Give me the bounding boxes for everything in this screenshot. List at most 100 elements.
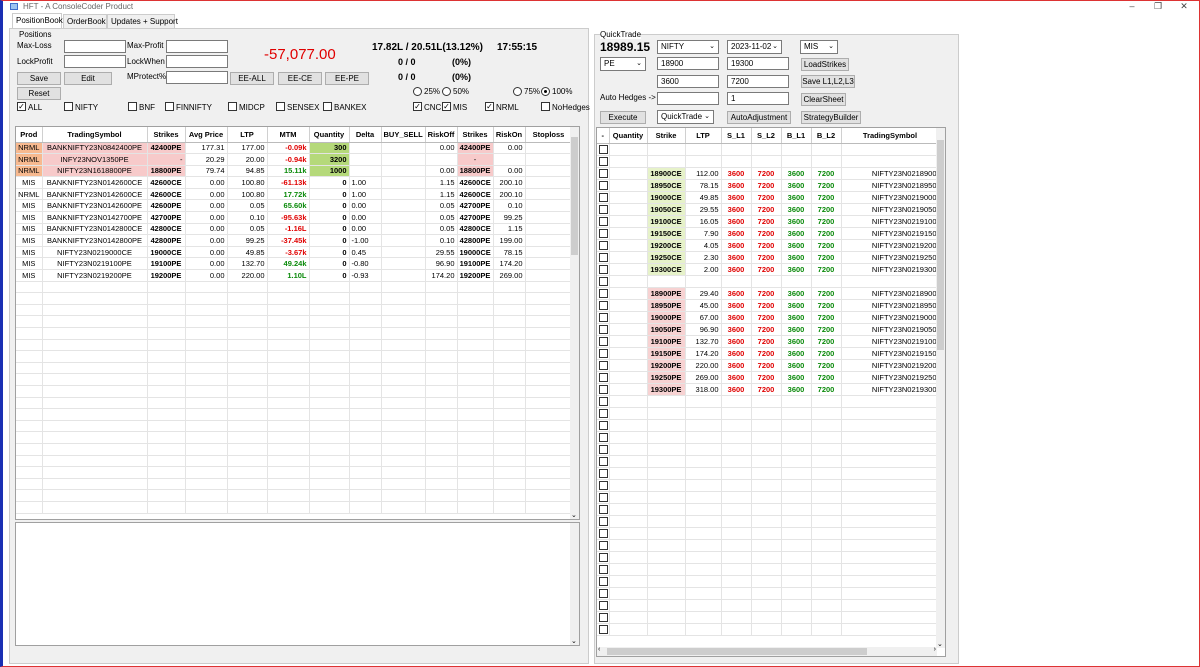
execute-button[interactable]: Execute — [600, 111, 646, 124]
column-header[interactable]: Stoploss — [525, 127, 573, 143]
qty-cell[interactable] — [609, 359, 648, 372]
minimize-icon[interactable]: – — [1121, 0, 1143, 13]
filter-mis-checkbox[interactable]: ✓ — [442, 102, 451, 111]
filter-finnifty-checkbox[interactable] — [165, 102, 174, 111]
qt-row[interactable]: 19050PE 96.90 3600 7200 3600 7200 NIFTY23N0219… — [597, 323, 940, 336]
tab-updates-support[interactable]: Updates + Support — [107, 14, 178, 28]
b-l1-cell[interactable]: 3600 — [781, 347, 812, 360]
b-l1-cell[interactable]: 3600 — [781, 167, 812, 180]
qt-column-header[interactable]: Strike — [647, 128, 686, 144]
s-l1-cell[interactable]: 3600 — [721, 191, 752, 204]
qty-cell[interactable] — [609, 299, 648, 312]
row-checkbox[interactable] — [599, 360, 608, 370]
s-l2-cell[interactable]: 7200 — [751, 311, 782, 324]
row-checkbox[interactable] — [599, 252, 608, 262]
column-header[interactable]: Delta — [349, 127, 382, 143]
s-l1-cell[interactable]: 3600 — [721, 203, 752, 216]
b-l1-cell[interactable]: 3600 — [781, 227, 812, 240]
b-l2-cell[interactable]: 7200 — [811, 203, 842, 216]
s-l2-cell[interactable]: 7200 — [751, 347, 782, 360]
table-row[interactable]: NRML NIFTY23N1618800PE 18800PE 79.74 94.85 15… — [16, 165, 573, 178]
b-l1-cell[interactable]: 3600 — [781, 335, 812, 348]
column-header[interactable]: Quantity — [309, 127, 350, 143]
row-checkbox[interactable] — [599, 564, 608, 574]
row-checkbox[interactable] — [599, 156, 608, 166]
b-l2-cell[interactable]: 7200 — [811, 359, 842, 372]
column-header[interactable]: Strikes — [457, 127, 494, 143]
s-l2-cell[interactable]: 7200 — [751, 191, 782, 204]
b-l2-cell[interactable]: 7200 — [811, 239, 842, 252]
column-header[interactable]: Prod — [16, 127, 43, 143]
qt-row[interactable]: 19150PE 174.20 3600 7200 3600 7200 NIFTY23N021… — [597, 347, 940, 360]
qty-cell[interactable] — [609, 203, 648, 216]
qty-cell[interactable] — [609, 191, 648, 204]
b-l2-cell[interactable]: 7200 — [811, 287, 842, 300]
scroll-down-icon[interactable]: ⌄ — [571, 511, 577, 519]
hedge-qty-input[interactable]: 1 — [727, 92, 789, 105]
table-row[interactable]: MIS NIFTY23N0219200PE 19200PE 0.00 220.00 1.1… — [16, 269, 573, 282]
row-checkbox[interactable] — [599, 396, 608, 406]
s-l1-cell[interactable]: 3600 — [721, 239, 752, 252]
b-l1-cell[interactable]: 3600 — [781, 371, 812, 384]
column-header[interactable]: LTP — [227, 127, 268, 143]
row-checkbox[interactable] — [599, 180, 608, 190]
b-l1-cell[interactable]: 3600 — [781, 215, 812, 228]
s-l1-cell[interactable]: 3600 — [721, 215, 752, 228]
b-l1-cell[interactable]: 3600 — [781, 323, 812, 336]
lock-profit-input[interactable] — [64, 55, 126, 68]
qty-cell[interactable] — [609, 167, 648, 180]
scroll-left-icon[interactable]: ‹ — [598, 646, 600, 653]
qty-cell[interactable] — [609, 239, 648, 252]
row-checkbox[interactable] — [599, 432, 608, 442]
row-checkbox[interactable] — [599, 600, 608, 610]
row-checkbox[interactable] — [599, 384, 608, 394]
s-l2-cell[interactable]: 7200 — [751, 335, 782, 348]
log-scrollbar[interactable]: ⌄ — [570, 523, 579, 645]
column-header[interactable]: RiskOff — [425, 127, 458, 143]
s-l1-cell[interactable]: 3600 — [721, 371, 752, 384]
qt-row[interactable]: 19150CE 7.90 3600 7200 3600 7200 NIFTY23N02191… — [597, 227, 940, 240]
b-l2-cell[interactable]: 7200 — [811, 251, 842, 264]
s-l2-cell[interactable]: 7200 — [751, 323, 782, 336]
qt-column-header[interactable]: S_L1 — [721, 128, 752, 144]
s-l2-cell[interactable]: 7200 — [751, 239, 782, 252]
qt-row[interactable]: 19100PE 132.70 3600 7200 3600 7200 NIFTY23N021… — [597, 335, 940, 348]
b-l2-cell[interactable]: 7200 — [811, 191, 842, 204]
qt-row[interactable]: 18900CE 112.00 3600 7200 3600 7200 NIFTY23N021… — [597, 167, 940, 180]
row-checkbox[interactable] — [599, 264, 608, 274]
strike-from-input[interactable]: 18900 — [657, 57, 719, 70]
row-checkbox[interactable] — [599, 456, 608, 466]
strategy-builder-button[interactable]: StrategyBuilder — [801, 111, 861, 124]
filter-nifty-checkbox[interactable] — [64, 102, 73, 111]
b-l2-cell[interactable]: 7200 — [811, 371, 842, 384]
s-l1-cell[interactable]: 3600 — [721, 359, 752, 372]
hedge-value-input[interactable] — [657, 92, 719, 105]
qt-column-header[interactable]: Quantity — [609, 128, 648, 144]
table-row[interactable]: MIS BANKNIFTY23N0142700PE 42700PE 0.00 0.10-… — [16, 211, 573, 224]
maximize-icon[interactable]: ❐ — [1147, 0, 1169, 13]
b-l2-cell[interactable]: 7200 — [811, 179, 842, 192]
s-l1-cell[interactable]: 3600 — [721, 179, 752, 192]
b-l1-cell[interactable]: 3600 — [781, 287, 812, 300]
radio-50[interactable] — [442, 87, 451, 96]
strike-to-input[interactable]: 19300 — [727, 57, 789, 70]
qty-cell[interactable] — [609, 227, 648, 240]
qty-cell[interactable] — [609, 251, 648, 264]
qty-cell[interactable] — [609, 263, 648, 276]
b-l2-cell[interactable]: 7200 — [811, 263, 842, 276]
positions-scrollbar[interactable]: ⌄ — [570, 127, 579, 519]
qt-row[interactable]: 19250PE 269.00 3600 7200 3600 7200 NIFTY23N021… — [597, 371, 940, 384]
row-checkbox[interactable] — [599, 372, 608, 382]
row-checkbox[interactable] — [599, 612, 608, 622]
symbol-dropdown[interactable]: NIFTY ⌄ — [657, 40, 719, 54]
qt-row[interactable]: 19300CE 2.00 3600 7200 3600 7200 NIFTY23N02193… — [597, 263, 940, 276]
b-l1-cell[interactable]: 3600 — [781, 311, 812, 324]
s-l2-cell[interactable]: 7200 — [751, 287, 782, 300]
row-checkbox[interactable] — [599, 168, 608, 178]
column-header[interactable]: Strikes — [147, 127, 186, 143]
s-l1-cell[interactable]: 3600 — [721, 287, 752, 300]
s-l2-cell[interactable]: 7200 — [751, 251, 782, 264]
b-l2-cell[interactable]: 7200 — [811, 167, 842, 180]
row-checkbox[interactable] — [599, 240, 608, 250]
b-l2-cell[interactable]: 7200 — [811, 299, 842, 312]
